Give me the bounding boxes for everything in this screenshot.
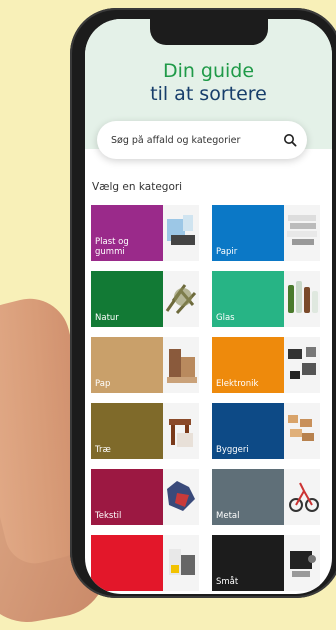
category-tile[interactable] — [91, 535, 199, 591]
page-title: Din guide — [162, 60, 255, 82]
hazardous-photo[interactable] — [163, 535, 199, 591]
category-tile[interactable]: Pap — [91, 337, 199, 393]
category-tile[interactable]: Glas — [212, 271, 320, 327]
category-label: Papir — [216, 247, 238, 257]
category-grid: Plast og gummi Papir Natur Glas Pap Elektroni… — [91, 205, 328, 591]
category-color-block[interactable]: Småt — [212, 535, 284, 591]
building-materials-photo[interactable] — [284, 403, 320, 459]
category-tile[interactable]: Træ — [91, 403, 199, 459]
category-color-block[interactable]: Plast og gummi — [91, 205, 163, 261]
category-tile[interactable]: Elektronik — [212, 337, 320, 393]
category-label: Metal — [216, 511, 240, 521]
page-subtitle: til at sortere — [150, 83, 267, 105]
glass-bottles-photo[interactable] — [284, 271, 320, 327]
phone-frame: Din guide til at sortere Vælg en kategor… — [70, 8, 336, 598]
category-color-block[interactable]: Byggeri — [212, 403, 284, 459]
category-label: Pap — [95, 379, 111, 389]
search-icon[interactable] — [283, 133, 297, 147]
category-label: Træ — [95, 445, 111, 455]
category-tile[interactable]: Plast og gummi — [91, 205, 199, 261]
category-tile[interactable]: Natur — [91, 271, 199, 327]
category-color-block[interactable]: Træ — [91, 403, 163, 459]
branches-photo[interactable] — [163, 271, 199, 327]
category-label: Plast og gummi — [95, 237, 129, 257]
textiles-photo[interactable] — [163, 469, 199, 525]
paper-stack-photo[interactable] — [284, 205, 320, 261]
phone-notch — [149, 19, 268, 45]
category-color-block[interactable]: Tekstil — [91, 469, 163, 525]
category-label: Elektronik — [216, 379, 259, 389]
category-label: Natur — [95, 313, 119, 323]
phone-screen: Din guide til at sortere Vælg en kategor… — [85, 19, 332, 594]
small-items-photo[interactable] — [284, 535, 320, 591]
category-label: Glas — [216, 313, 235, 323]
category-color-block[interactable]: Pap — [91, 337, 163, 393]
electronics-photo[interactable] — [284, 337, 320, 393]
category-color-block[interactable]: Glas — [212, 271, 284, 327]
wood-furniture-photo[interactable] — [163, 403, 199, 459]
category-color-block[interactable]: Papir — [212, 205, 284, 261]
search-bar[interactable] — [97, 121, 307, 159]
category-tile[interactable]: Papir — [212, 205, 320, 261]
category-color-block[interactable] — [91, 535, 163, 591]
category-section-label: Vælg en kategori — [92, 181, 183, 193]
category-label: Byggeri — [216, 445, 249, 455]
category-tile[interactable]: Småt — [212, 535, 320, 591]
category-tile[interactable]: Byggeri — [212, 403, 320, 459]
category-color-block[interactable]: Elektronik — [212, 337, 284, 393]
search-input[interactable] — [111, 134, 283, 146]
category-tile[interactable]: Tekstil — [91, 469, 199, 525]
category-color-block[interactable]: Metal — [212, 469, 284, 525]
metal-items-photo[interactable] — [284, 469, 320, 525]
plastic-items-photo[interactable] — [163, 205, 199, 261]
category-tile[interactable]: Metal — [212, 469, 320, 525]
cardboard-photo[interactable] — [163, 337, 199, 393]
category-label: Småt — [216, 577, 239, 587]
category-label: Tekstil — [95, 511, 122, 521]
category-color-block[interactable]: Natur — [91, 271, 163, 327]
